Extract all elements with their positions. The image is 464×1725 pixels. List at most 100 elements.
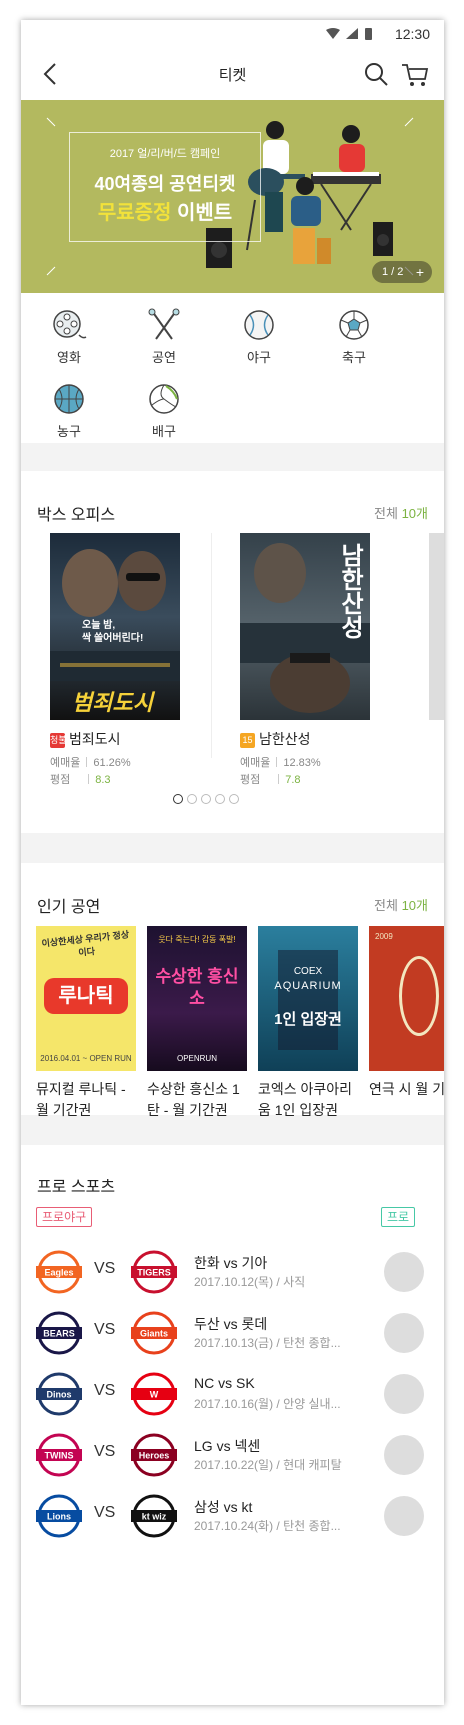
plus-icon[interactable]: + [416, 261, 424, 283]
poster-tagline-2: 싹 쓸어버린다! [82, 633, 144, 644]
poster-date: 2016.04.01 ~ OPEN RUN [40, 1054, 132, 1063]
category-label: 야구 [247, 350, 271, 365]
show-poster[interactable]: 2009 [369, 926, 444, 1071]
home-team-label: Dinos [46, 1390, 71, 1400]
poster-tagline: 오늘 밤, 싹 쓸어버린다! [82, 619, 143, 645]
movie-poster[interactable]: 오늘 밤, 싹 쓸어버린다! 범죄도시 [50, 533, 180, 720]
category-soccer[interactable]: 축구 [314, 307, 394, 366]
next-match-logo-peek [381, 1249, 427, 1295]
home-team-label: TWINS [45, 1451, 74, 1461]
next-match-logo-peek [381, 1371, 427, 1417]
carousel-dot[interactable] [229, 794, 239, 804]
status-bar: 12:30 [21, 20, 444, 48]
boxoffice-title: 박스 오피스 [37, 507, 116, 524]
presale-row: 예매율 61.26% [50, 754, 131, 770]
shows-title: 인기 공연 [37, 899, 101, 916]
score-label: 평점 [240, 774, 261, 786]
presale-value: 61.26% [93, 757, 131, 769]
show-name: 연극 시 월 기간 [369, 1081, 444, 1097]
show-card[interactable]: 2009 연극 시 월 기간 [369, 926, 444, 1100]
away-team-logo: Heroes [131, 1432, 177, 1478]
carousel-dots[interactable] [173, 791, 253, 804]
home-team-logo: TWINS [36, 1432, 82, 1478]
presale-label: 예매율 [240, 757, 271, 769]
poster-shape [399, 956, 439, 1036]
show-card[interactable]: 이상한세상 우리가 정상이다 루나틱 2016.04.01 ~ OPEN RUN… [36, 926, 136, 1121]
match-name: LG vs 넥센 [194, 1438, 261, 1454]
carousel-dot[interactable] [173, 794, 183, 804]
category-baseball[interactable]: 야구 [219, 307, 299, 366]
show-poster[interactable]: 이상한세상 우리가 정상이다 루나틱 2016.04.01 ~ OPEN RUN [36, 926, 136, 1071]
banner-pager[interactable]: 1 / 2 + [372, 261, 432, 283]
vs-label: VS [94, 1504, 116, 1521]
poster-year: 2009 [375, 932, 393, 941]
tab-next-sport[interactable]: 프로 [381, 1207, 416, 1227]
boxoffice-all-link[interactable]: 전체 10개 [374, 503, 428, 522]
shows-all-link[interactable]: 전체 10개 [374, 895, 428, 914]
vs-label: VS [94, 1321, 116, 1338]
shows-section: 인기 공연 전체 10개 이상한세상 우리가 정상이다 루나틱 2016.04.… [21, 863, 444, 1118]
drumsticks-icon [146, 307, 182, 343]
away-team-label: W [150, 1390, 159, 1400]
cart-icon[interactable] [400, 60, 430, 88]
category-movie[interactable]: 영화 [29, 307, 109, 366]
tab-baseball[interactable]: 프로야구 [36, 1207, 93, 1227]
search-icon[interactable] [362, 60, 390, 88]
all-count: 10개 [401, 506, 428, 521]
match-row[interactable]: Dinos VS W NC vs SK 2017.10.16(월) / 안양 실내... [21, 1363, 444, 1425]
carousel-dot[interactable] [201, 794, 211, 804]
movie-card[interactable]: 오늘 밤, 싹 쓸어버린다! 범죄도시 청불 범죄도시 예매율 61.26% 평점 8.… [50, 533, 180, 786]
carousel-dot[interactable] [215, 794, 225, 804]
match-row[interactable]: Eagles VS TIGERS 한화 vs 기아 2017.10.12(목) / 사직 [21, 1241, 444, 1303]
away-team-label: TIGERS [137, 1268, 171, 1278]
poster-title: 루나틱 [44, 978, 128, 1014]
match-date: 2017.10.24(화) / 탄천 종합... [194, 1519, 341, 1533]
show-poster[interactable]: 웃다 죽는다! 감동 폭발! 수상한 흥신소 OPENRUN [147, 926, 247, 1071]
baseball-icon [241, 307, 277, 343]
age-rating-badge: 15 [240, 733, 255, 748]
show-name: 수상한 흥신소 1탄 - 월 기간권 [147, 1081, 240, 1118]
show-card[interactable]: COEX AQUARIUM 1인 입장권 코엑스 아쿠아리움 1인 입장권 [258, 926, 358, 1121]
carousel-dot[interactable] [187, 794, 197, 804]
app-header: 티켓 [21, 48, 444, 100]
all-label: 전체 [374, 506, 402, 521]
away-team-label: Giants [140, 1329, 168, 1339]
show-name: 뮤지컬 루나틱 - 월 기간권 [36, 1081, 126, 1118]
match-name: NC vs SK [194, 1375, 255, 1391]
match-date: 2017.10.22(일) / 현대 캐피탈 [194, 1458, 342, 1472]
boxoffice-section: 박스 오피스 전체 10개 오늘 밤, 싹 쓸어버린다! 범죄도시 청불 범죄도시 … [21, 471, 444, 833]
movie-name-row: 청불 범죄도시 [50, 729, 121, 749]
match-row[interactable]: Lions VS kt wiz 삼성 vs kt 2017.10.24(화) / 탄천 … [21, 1485, 444, 1547]
movie-card[interactable]: 남한산성 15 남한산성 예매율 12.83% 평점 7.8 [240, 533, 370, 786]
category-grid: 영화 공연 야구 축구 농구 배구 [21, 293, 444, 443]
category-label: 농구 [57, 424, 81, 439]
banner-highlight: 무료증정 [97, 202, 172, 224]
promo-banner[interactable]: 2017 얼/리/버/드 캠페인 40여종의 공연티켓 무료증정 이벤트 1 /… [21, 100, 444, 293]
movie-poster[interactable]: 남한산성 [240, 533, 370, 720]
banner-headline: 40여종의 공연티켓 [94, 174, 236, 194]
match-row[interactable]: BEARS VS Giants 두산 vs 롯데 2017.10.13(금) / 탄천 … [21, 1302, 444, 1364]
divider [211, 533, 212, 758]
sports-title: 프로 스포츠 [37, 1179, 116, 1196]
home-team-logo: Lions [36, 1493, 82, 1539]
vs-label: VS [94, 1260, 116, 1277]
poster-panel [278, 950, 338, 1050]
away-team-logo: W [131, 1371, 177, 1417]
status-time: 12:30 [394, 26, 430, 42]
category-basketball[interactable]: 농구 [29, 381, 109, 440]
category-volleyball[interactable]: 배구 [124, 381, 204, 440]
poster-tagline-1: 오늘 밤, [82, 620, 116, 631]
away-team-logo: kt wiz [131, 1493, 177, 1539]
score-row: 평점 7.8 [240, 771, 301, 787]
category-performance[interactable]: 공연 [124, 307, 204, 366]
status-icons [324, 27, 384, 46]
match-row[interactable]: TWINS VS Heroes LG vs 넥센 2017.10.22(일) / 현대 … [21, 1424, 444, 1486]
away-team-label: Heroes [139, 1451, 170, 1461]
show-card[interactable]: 웃다 죽는다! 감동 폭발! 수상한 흥신소 OPENRUN 수상한 흥신소 1… [147, 926, 247, 1121]
banner-pager-text: 1 / 2 [382, 266, 404, 278]
match-date: 2017.10.13(금) / 탄천 종합... [194, 1336, 341, 1350]
away-team-logo: Giants [131, 1310, 177, 1356]
home-team-logo: BEARS [36, 1310, 82, 1356]
show-poster[interactable]: COEX AQUARIUM 1인 입장권 [258, 926, 358, 1071]
movie-name: 남한산성 [259, 731, 311, 747]
